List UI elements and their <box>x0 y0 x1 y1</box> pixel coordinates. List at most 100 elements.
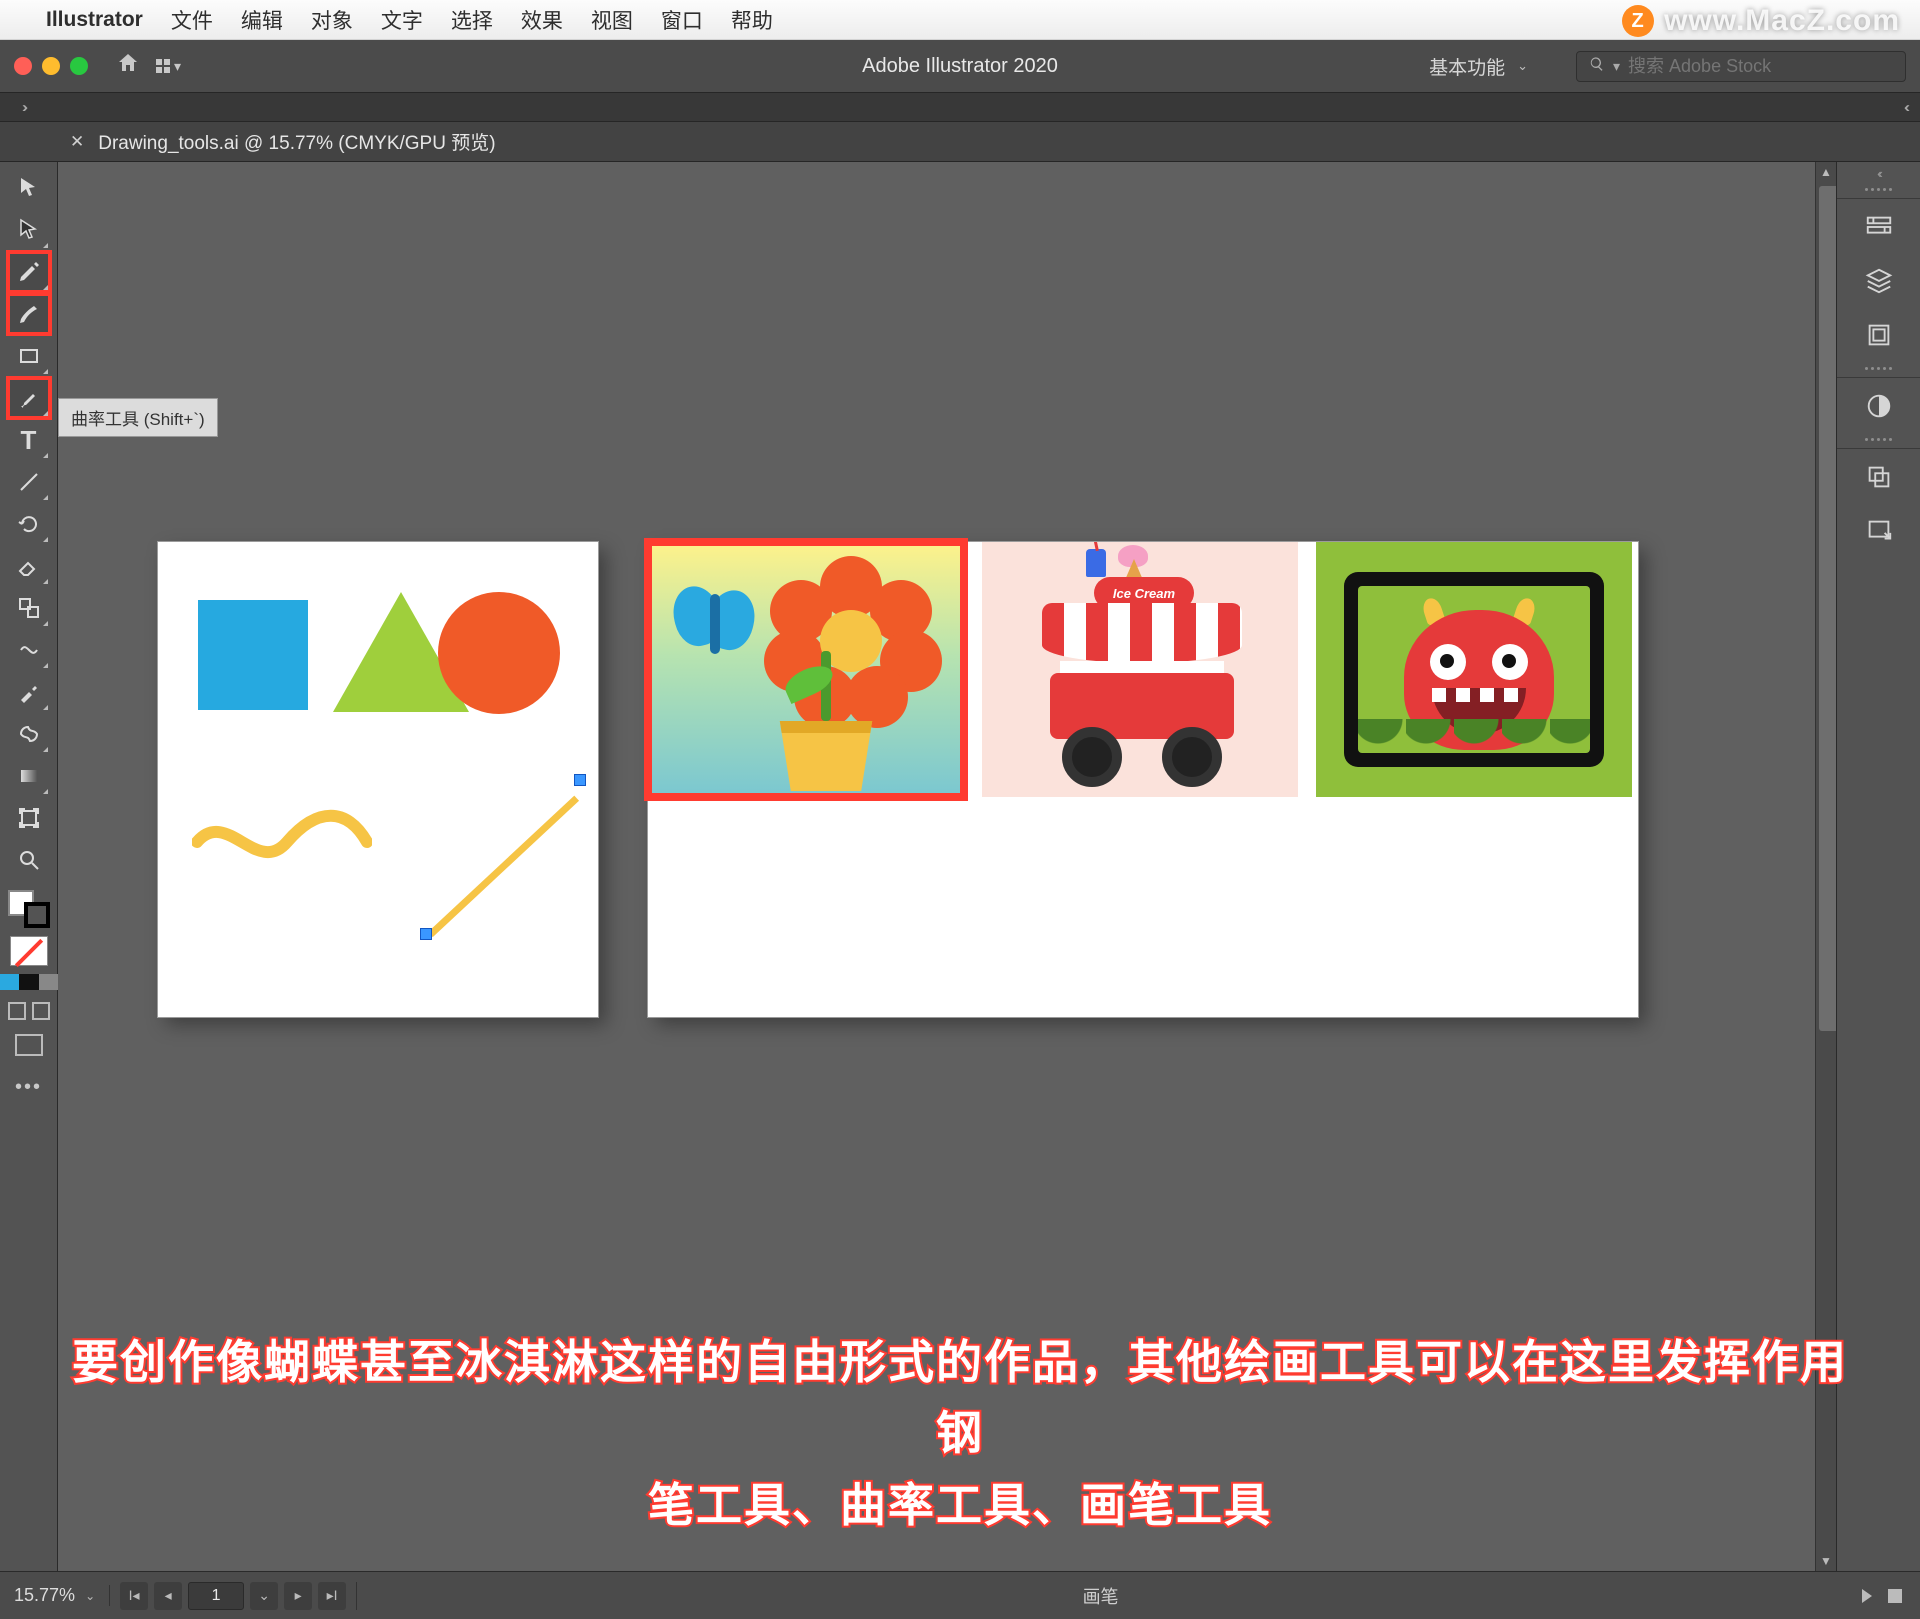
curvature-tool[interactable] <box>8 294 50 334</box>
illustration-flower[interactable] <box>648 542 964 797</box>
illustration-monster[interactable] <box>1316 542 1632 797</box>
none-swatch[interactable] <box>10 936 48 966</box>
layers-panel-icon[interactable] <box>1859 263 1899 299</box>
workspace-switcher[interactable]: 基本功能 ⌄ <box>1415 48 1542 85</box>
scale-tool[interactable] <box>8 588 50 628</box>
blend-tool[interactable] <box>8 714 50 754</box>
expand-control-bar-right-icon[interactable]: ‹‹ <box>1904 99 1906 116</box>
last-artboard-button[interactable]: ▸I <box>318 1582 346 1610</box>
zoom-level-dropdown[interactable]: 15.77% ⌄ <box>0 1585 110 1606</box>
collapse-dock-icon[interactable]: ‹‹ <box>1877 162 1880 184</box>
artboard-shapes <box>158 542 598 1017</box>
type-tool[interactable]: T <box>8 420 50 460</box>
illustration-icecream[interactable]: Ice Cream <box>982 542 1298 797</box>
mac-menubar: Illustrator 文件 编辑 对象 文字 选择 效果 视图 窗口 帮助 Z… <box>0 0 1920 40</box>
menu-help[interactable]: 帮助 <box>731 5 773 35</box>
shape-circle[interactable] <box>438 592 560 714</box>
libraries-panel-icon[interactable] <box>1859 317 1899 353</box>
stock-search-input[interactable] <box>1628 56 1893 77</box>
zoom-tool[interactable] <box>8 840 50 880</box>
chevron-down-icon: ▾ <box>174 58 181 75</box>
edit-toolbar-button[interactable]: ••• <box>15 1076 42 1099</box>
work-area: T ••• 曲率工具 (Shift+`) <box>0 162 1920 1571</box>
chevron-down-icon: ⌄ <box>85 1589 95 1603</box>
rectangle-tool[interactable] <box>8 336 50 376</box>
play-icon[interactable] <box>1862 1589 1872 1603</box>
scroll-down-icon[interactable]: ▼ <box>1816 1551 1836 1571</box>
rotate-tool[interactable] <box>8 504 50 544</box>
dock-handle[interactable] <box>1861 188 1897 196</box>
shape-line-selected[interactable] <box>418 772 588 942</box>
selection-tool[interactable] <box>8 168 50 208</box>
asset-export-panel-icon[interactable] <box>1859 513 1899 549</box>
stop-icon[interactable] <box>1888 1589 1902 1603</box>
control-bar: ›› ‹‹ <box>0 92 1920 122</box>
status-mid-controls <box>1844 1589 1920 1603</box>
watermark-text: www.MacZ.com <box>1664 4 1900 38</box>
canvas[interactable]: Ice Cream <box>58 162 1815 1571</box>
document-tab-bar: ✕ Drawing_tools.ai @ 15.77% (CMYK/GPU 预览… <box>0 122 1920 162</box>
chevron-down-icon: ⌄ <box>1517 58 1528 74</box>
right-panel-dock: ‹‹ <box>1836 162 1920 1571</box>
window-minimize-icon[interactable] <box>42 57 60 75</box>
tool-tooltip: 曲率工具 (Shift+`) <box>58 398 218 437</box>
scroll-up-icon[interactable]: ▲ <box>1816 162 1836 182</box>
properties-panel-icon[interactable] <box>1859 209 1899 245</box>
eyedropper-tool[interactable] <box>8 672 50 712</box>
zoom-value: 15.77% <box>14 1585 75 1606</box>
menu-select[interactable]: 选择 <box>451 5 493 35</box>
color-mode-row[interactable] <box>0 974 59 990</box>
paintbrush-tool[interactable] <box>8 378 50 418</box>
direct-selection-tool[interactable] <box>8 210 50 250</box>
artboards-panel-icon[interactable] <box>1859 459 1899 495</box>
shape-square[interactable] <box>198 600 308 710</box>
window-close-icon[interactable] <box>14 57 32 75</box>
butterfly-icon <box>674 586 764 666</box>
pen-tool[interactable] <box>8 252 50 292</box>
artboard-index-input[interactable] <box>188 1582 244 1610</box>
left-toolbar: T ••• <box>0 162 58 1571</box>
menu-type[interactable]: 文字 <box>381 5 423 35</box>
menu-window[interactable]: 窗口 <box>661 5 703 35</box>
app-menu[interactable]: Illustrator <box>46 8 143 32</box>
stroke-swatch[interactable] <box>24 902 50 928</box>
screen-mode-button[interactable] <box>15 1034 43 1056</box>
watermark: Z www.MacZ.com <box>1622 4 1900 38</box>
menu-file[interactable]: 文件 <box>171 5 213 35</box>
vertical-scrollbar[interactable]: ▲ ▼ <box>1815 162 1836 1571</box>
width-tool[interactable] <box>8 630 50 670</box>
appearance-panel-icon[interactable] <box>1859 388 1899 424</box>
dock-handle[interactable] <box>1861 438 1897 446</box>
document-tab-label[interactable]: Drawing_tools.ai @ 15.77% (CMYK/GPU 预览) <box>98 128 495 155</box>
home-button[interactable] <box>116 51 140 81</box>
prev-artboard-button[interactable]: ◂ <box>154 1582 182 1610</box>
app-titlebar: ▾ Adobe Illustrator 2020 基本功能 ⌄ ▾ <box>0 40 1920 92</box>
tablet-icon <box>1344 572 1604 767</box>
dock-handle[interactable] <box>1861 367 1897 375</box>
status-panel-label: 画笔 <box>357 1583 1844 1609</box>
artboard-tool[interactable] <box>8 798 50 838</box>
adobe-stock-search[interactable]: ▾ <box>1576 51 1906 82</box>
artboard-navigator: I◂ ◂ ⌄ ▸ ▸I <box>110 1582 357 1610</box>
menu-effect[interactable]: 效果 <box>521 5 563 35</box>
menu-view[interactable]: 视图 <box>591 5 633 35</box>
close-tab-button[interactable]: ✕ <box>70 132 84 152</box>
window-zoom-icon[interactable] <box>70 57 88 75</box>
status-bar: 15.77% ⌄ I◂ ◂ ⌄ ▸ ▸I 画笔 <box>0 1571 1920 1619</box>
menu-object[interactable]: 对象 <box>311 5 353 35</box>
eraser-tool[interactable] <box>8 546 50 586</box>
search-dropdown-icon[interactable]: ▾ <box>1613 58 1620 75</box>
flowerpot-icon <box>766 721 886 791</box>
gradient-tool[interactable] <box>8 756 50 796</box>
artboard-dropdown-button[interactable]: ⌄ <box>250 1582 278 1610</box>
first-artboard-button[interactable]: I◂ <box>120 1582 148 1610</box>
window-traffic-lights[interactable] <box>14 57 88 75</box>
line-segment-tool[interactable] <box>8 462 50 502</box>
draw-mode-buttons[interactable] <box>8 1002 50 1020</box>
expand-control-bar-left-icon[interactable]: ›› <box>22 99 24 116</box>
next-artboard-button[interactable]: ▸ <box>284 1582 312 1610</box>
fill-stroke-control[interactable] <box>6 888 52 930</box>
arrange-documents-button[interactable]: ▾ <box>156 58 181 75</box>
menu-edit[interactable]: 编辑 <box>241 5 283 35</box>
shape-wave[interactable] <box>192 802 372 872</box>
